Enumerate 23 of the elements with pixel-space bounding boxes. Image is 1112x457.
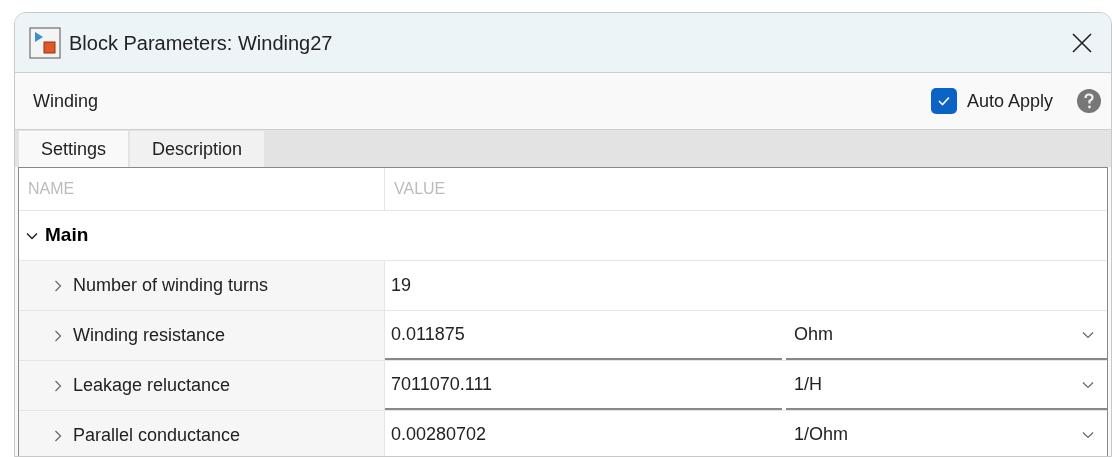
value-field[interactable]: 7011070.111 [385, 361, 782, 410]
auto-apply-checkbox[interactable] [930, 88, 957, 114]
unit-dropdown[interactable]: 1/H [786, 361, 1107, 410]
block-icon [29, 26, 61, 59]
unit-dropdown[interactable]: Ohm [786, 311, 1107, 360]
column-header: NAME [28, 179, 75, 199]
parameter-name: Parallel conductance [73, 424, 241, 447]
tab[interactable]: Settings [19, 131, 129, 167]
column-header: VALUE [394, 179, 446, 199]
parameter-name: Number of winding turns [73, 274, 269, 297]
parameter-name: Winding resistance [73, 324, 226, 347]
parameter-value: 19 [391, 274, 412, 297]
help-icon[interactable] [1077, 89, 1101, 113]
block-name: Winding [33, 89, 99, 113]
parameter-name: Leakage reluctance [73, 374, 231, 397]
window-title: Block Parameters: Winding27 [69, 30, 333, 56]
unit-dropdown[interactable]: 1/Ohm [786, 411, 1107, 456]
auto-apply-label: Auto Apply [966, 89, 1053, 113]
value-field[interactable]: 0.011875 [385, 311, 782, 360]
close-icon[interactable] [1071, 31, 1093, 54]
tab[interactable]: Description [130, 131, 265, 167]
value-field[interactable]: 0.00280702 [385, 411, 782, 456]
group-title[interactable]: Main [45, 221, 89, 250]
